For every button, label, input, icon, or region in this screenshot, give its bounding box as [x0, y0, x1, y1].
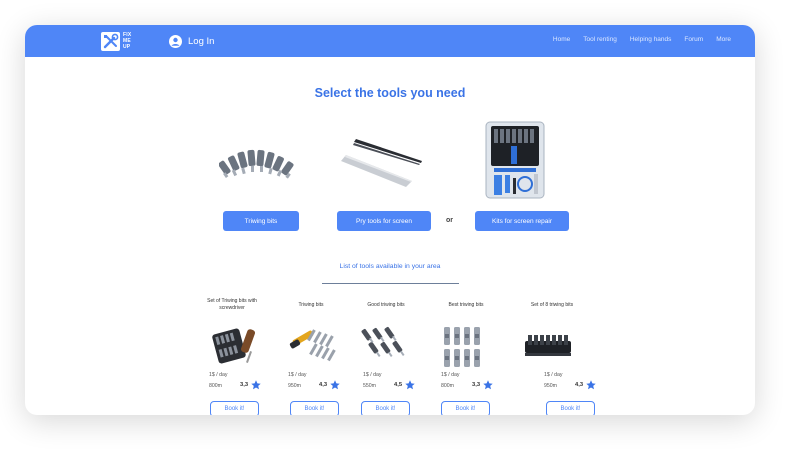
- login-label: Log In: [188, 35, 215, 47]
- category-kits-button[interactable]: Kits for screen repair: [475, 211, 569, 231]
- tool-card: Set of Triwing bits with screwdriver 1$ …: [201, 295, 263, 415]
- brand-logo[interactable]: FIX ME UP: [101, 31, 141, 53]
- app-window: FIX ME UP Log In Home Tool renting Helpi…: [25, 25, 755, 415]
- nav-link-home[interactable]: Home: [553, 36, 570, 43]
- tool-rating: 3,3: [240, 382, 249, 388]
- tool-title: Best triwing bits: [448, 302, 484, 308]
- star-icon: [586, 380, 596, 390]
- tool-rating: 4,3: [319, 382, 328, 388]
- tool-distance: 800m: [209, 383, 222, 389]
- tool-price: 1$ / day: [209, 372, 228, 378]
- tool-card: Good triwing bits 1$ / day 550m 4,5 Book…: [355, 295, 417, 415]
- tool-card: Best triwing bits 1$ / day 800m 3,3 Book…: [435, 295, 497, 415]
- tool-image: [212, 328, 256, 364]
- tools-list-link[interactable]: List of tools available in your area: [25, 263, 755, 270]
- list-title-underline: [322, 283, 459, 284]
- tool-card: Triwing bits 1$ / day 950m 4,3 Book it!: [280, 295, 342, 415]
- book-button[interactable]: Book it!: [441, 401, 490, 415]
- triwing-bits-image: [219, 149, 294, 179]
- tool-rating: 4,3: [575, 382, 584, 388]
- tool-card: Set of 8 triwing bits 1$ / day 950m 4,3 …: [515, 295, 596, 415]
- tool-price: 1$ / day: [544, 372, 563, 378]
- star-icon: [405, 380, 415, 390]
- nav-link-forum[interactable]: Forum: [684, 36, 703, 43]
- nav-link-tool-renting[interactable]: Tool renting: [583, 36, 617, 43]
- repair-kit-image: [485, 121, 545, 199]
- star-icon: [330, 380, 340, 390]
- pry-tools-image: [341, 139, 422, 187]
- star-icon: [483, 380, 493, 390]
- logo-line-3: UP: [123, 44, 131, 50]
- tool-price: 1$ / day: [288, 372, 307, 378]
- tool-title: Triwing bits: [298, 302, 324, 308]
- logo-wordmark: FIX ME UP: [123, 32, 139, 50]
- tool-price: 1$ / day: [441, 372, 460, 378]
- tool-image: [361, 326, 405, 358]
- user-avatar-icon: [169, 34, 182, 48]
- tool-distance: 950m: [544, 383, 557, 389]
- book-button[interactable]: Book it!: [290, 401, 339, 415]
- tool-price: 1$ / day: [363, 372, 382, 378]
- star-icon: [251, 380, 261, 390]
- login-button[interactable]: Log In: [169, 34, 214, 48]
- tool-rating: 3,3: [472, 382, 481, 388]
- category-triwing-bits-button[interactable]: Triwing bits: [223, 211, 299, 231]
- or-separator: or: [446, 217, 453, 224]
- tool-title: Set of Triwing bits with screwdriver: [207, 298, 257, 311]
- nav-link-helping-hands[interactable]: Helping hands: [630, 36, 672, 43]
- book-button[interactable]: Book it!: [361, 401, 410, 415]
- tool-distance: 550m: [363, 383, 376, 389]
- category-pry-tools-button[interactable]: Pry tools for screen: [337, 211, 431, 231]
- nav-links: Home Tool renting Helping hands Forum Mo…: [553, 36, 731, 43]
- tool-title: Set of 8 triwing bits: [530, 302, 574, 308]
- tool-image: [289, 329, 336, 362]
- tool-distance: 950m: [288, 383, 301, 389]
- tool-distance: 800m: [441, 383, 454, 389]
- nav-link-more[interactable]: More: [716, 36, 731, 43]
- book-button[interactable]: Book it!: [546, 401, 595, 415]
- tool-image: [444, 327, 480, 367]
- top-navbar: FIX ME UP Log In Home Tool renting Helpi…: [25, 25, 755, 57]
- tool-rating: 4,5: [394, 382, 403, 388]
- book-button[interactable]: Book it!: [210, 401, 259, 415]
- tools-cross-icon: [103, 33, 119, 49]
- tool-title: Good triwing bits: [367, 302, 405, 308]
- logo-mark: [101, 32, 120, 51]
- tool-image: [525, 335, 571, 356]
- page-title: Select the tools you need: [314, 86, 466, 100]
